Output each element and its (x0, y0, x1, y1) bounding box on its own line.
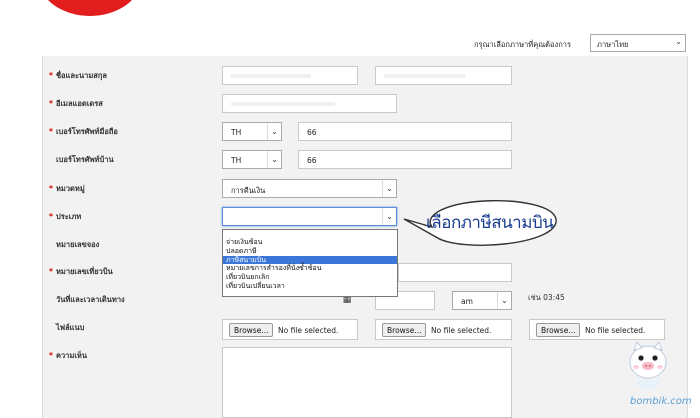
home-country-select[interactable]: TH ⌄ (222, 150, 282, 169)
ampm-value: am (461, 297, 473, 306)
type-option[interactable]: เที่ยวบินเปลี่ยนเวลา (223, 282, 397, 291)
required-mark: * (49, 351, 53, 360)
type-option[interactable]: หมายเลขการสำรองที่นั่งซ้ำซ้อน (223, 264, 397, 273)
required-mark: * (49, 184, 53, 193)
home-phone-input[interactable]: 66 (298, 150, 512, 169)
chevron-down-icon: ⌄ (382, 208, 396, 225)
mobile-country-value: TH (231, 128, 242, 137)
browse-button[interactable]: Browse... (536, 323, 581, 337)
home-phone-label: เบอร์โทรศัพท์บ้าน (56, 155, 114, 164)
browse-button[interactable]: Browse... (229, 323, 274, 337)
browse-button[interactable]: Browse... (382, 323, 427, 337)
pig-mascot-image (629, 341, 667, 389)
category-value: การคืนเงิน (231, 186, 266, 195)
chevron-down-icon: ⌄ (675, 37, 682, 46)
required-mark: * (49, 267, 53, 276)
home-country-value: TH (231, 156, 242, 165)
mobile-country-select[interactable]: TH ⌄ (222, 122, 282, 141)
type-option[interactable]: ปลอดภาษี (223, 247, 397, 256)
required-mark: * (49, 212, 53, 221)
chevron-down-icon: ⌄ (382, 180, 396, 197)
email-input[interactable] (222, 94, 397, 113)
language-select[interactable]: ภาษาไทย ⌄ (590, 34, 686, 52)
fullname-label: * ชื่อและนามสกุล (49, 71, 107, 80)
departure-label: วันที่และเวลาเดินทาง (56, 295, 125, 304)
booking-label: หมายเลขจอง (56, 240, 100, 249)
home-prefix: 66 (307, 156, 317, 165)
flight-number-input[interactable] (398, 263, 512, 282)
file-upload-2: Browse... No file selected. (375, 319, 512, 340)
chevron-down-icon: ⌄ (497, 292, 511, 309)
required-mark: * (49, 127, 53, 136)
annotation-text: เลือกภาษีสนามบิน (426, 213, 554, 233)
email-label: * อีเมลแอดเดรส (49, 99, 103, 108)
category-label: * หมวดหมู่ (49, 184, 85, 193)
file-status: No file selected. (278, 326, 339, 335)
file-upload-3: Browse... No file selected. (529, 319, 665, 340)
type-option[interactable]: เที่ยวบินยกเลิก (223, 273, 397, 282)
type-dropdown-list: จ่ายเงินซ้อน ปลอดภาษี ภาษีสนามบิน หมายเล… (222, 229, 398, 297)
type-label: * ประเภท (49, 212, 82, 221)
mobile-prefix: 66 (307, 128, 317, 137)
file-upload-1: Browse... No file selected. (222, 319, 358, 340)
last-name-input[interactable] (375, 66, 512, 85)
chevron-down-icon: ⌄ (267, 151, 281, 168)
time-hint: เช่น 03:45 (528, 293, 565, 302)
file-status: No file selected. (585, 326, 646, 335)
required-mark: * (49, 99, 53, 108)
mobile-number-input[interactable]: 66 (298, 122, 512, 141)
watermark: bombik.com (630, 396, 692, 407)
comment-label: * ความเห็น (49, 351, 87, 360)
flight-label: * หมายเลขเที่ยวบิน (49, 267, 113, 276)
ampm-select[interactable]: am ⌄ (452, 291, 512, 310)
comment-textarea[interactable] (222, 347, 512, 418)
category-select[interactable]: การคืนเงิน ⌄ (222, 179, 397, 198)
language-prompt: กรุณาเลือกภาษาที่คุณต้องการ (474, 40, 571, 49)
type-option[interactable] (223, 230, 397, 238)
mobile-label: * เบอร์โทรศัพท์มือถือ (49, 127, 118, 136)
type-option[interactable]: จ่ายเงินซ้อน (223, 238, 397, 247)
file-status: No file selected. (431, 326, 492, 335)
language-selected-value: ภาษาไทย (597, 40, 629, 49)
airline-logo (38, 0, 142, 16)
attachment-label: ไฟล์แนบ (56, 323, 85, 332)
type-select[interactable]: ⌄ (222, 207, 397, 226)
language-bar: กรุณาเลือกภาษาที่คุณต้องการ ภาษาไทย ⌄ (0, 30, 700, 54)
required-mark: * (49, 71, 53, 80)
chevron-down-icon: ⌄ (267, 123, 281, 140)
first-name-input[interactable] (222, 66, 358, 85)
